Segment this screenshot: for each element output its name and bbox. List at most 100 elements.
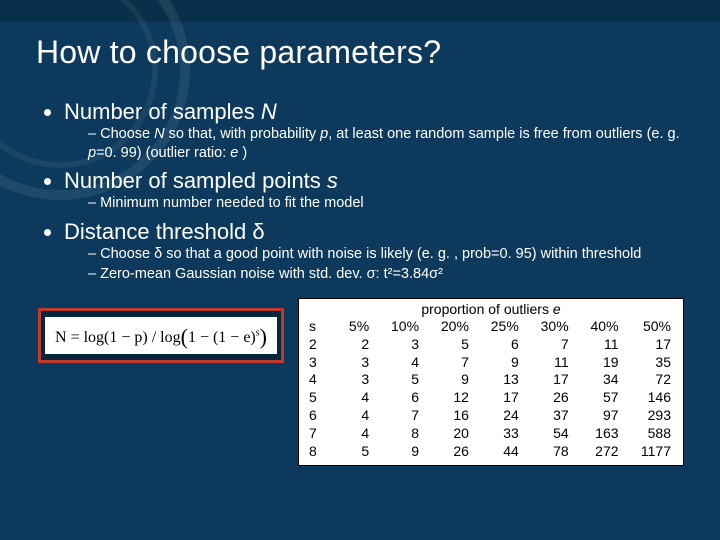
cell: 4 <box>335 425 375 443</box>
cell: 272 <box>575 443 625 461</box>
text: ) <box>238 145 247 161</box>
cell: 13 <box>475 371 525 389</box>
cell: 9 <box>425 371 475 389</box>
var-N: N <box>261 99 277 124</box>
cell: 3 <box>375 336 425 354</box>
table: s 5% 10% 20% 25% 30% 40% 50% 22356711173… <box>305 318 677 461</box>
caption-text: proportion of outliers <box>421 301 553 317</box>
cell: 4 <box>335 389 375 407</box>
table-caption: proportion of outliers e <box>305 301 677 318</box>
text: Choose <box>100 126 154 142</box>
paren-open: ( <box>181 324 188 349</box>
text: so that, with probability <box>165 126 321 142</box>
cell: 17 <box>475 389 525 407</box>
outlier-table: proportion of outliers e s 5% 10% 20% 25… <box>298 298 684 466</box>
cell: 9 <box>475 354 525 372</box>
table-head-row: s 5% 10% 20% 25% 30% 40% 50% <box>305 318 677 336</box>
col-30: 30% <box>525 318 575 336</box>
col-5: 5% <box>335 318 375 336</box>
cell: 8 <box>375 425 425 443</box>
cell: 7 <box>375 407 425 425</box>
bullet-points-sub: Minimum number needed to fit the model <box>88 194 684 213</box>
table-body: 2235671117334791119354359131734725461217… <box>305 336 677 461</box>
cell: 34 <box>575 371 625 389</box>
cell: 17 <box>525 371 575 389</box>
cell: 5 <box>375 371 425 389</box>
cell: 20 <box>425 425 475 443</box>
table-row: 33479111935 <box>305 354 677 372</box>
cell: 35 <box>625 354 677 372</box>
cell: 12 <box>425 389 475 407</box>
bullet-points: Number of sampled points s Minimum numbe… <box>64 168 684 213</box>
col-20: 20% <box>425 318 475 336</box>
cell-s: 5 <box>305 389 335 407</box>
text: Choose <box>100 246 154 262</box>
bullet-samples-sub: Choose N so that, with probability p , at… <box>88 125 684 162</box>
cell: 17 <box>625 336 677 354</box>
cell-s: 7 <box>305 425 335 443</box>
cell: 11 <box>525 354 575 372</box>
cell: 16 <box>425 407 475 425</box>
cell: 72 <box>625 371 677 389</box>
table-row: 64716243797293 <box>305 407 677 425</box>
formula-inner: 1 − (1 − e) <box>188 329 256 346</box>
cell: 588 <box>625 425 677 443</box>
cell-s: 8 <box>305 443 335 461</box>
cell: 5 <box>335 443 375 461</box>
cell: 7 <box>525 336 575 354</box>
cell: 11 <box>575 336 625 354</box>
table-row: 2235671117 <box>305 336 677 354</box>
formula-box: N = log(1 − p) / log(1 − (1 − e)s) <box>38 308 284 363</box>
cell: 293 <box>625 407 677 425</box>
table-row: 54612172657146 <box>305 389 677 407</box>
cell: 57 <box>575 389 625 407</box>
cell: 2 <box>335 336 375 354</box>
text: =0. 99) (outlier ratio: <box>96 145 230 161</box>
cell: 4 <box>335 407 375 425</box>
cell-s: 3 <box>305 354 335 372</box>
bullet-samples-label: Number of samples <box>64 99 261 124</box>
bullet-distance: Distance threshold δ Choose δ so that a … <box>64 219 684 284</box>
col-10: 10% <box>375 318 425 336</box>
table-row: 8592644782721177 <box>305 443 677 461</box>
cell: 1177 <box>625 443 677 461</box>
text: so that a good point with noise is likel… <box>162 246 641 262</box>
cell: 9 <box>375 443 425 461</box>
cell: 97 <box>575 407 625 425</box>
slide-body: How to choose parameters? Number of samp… <box>0 0 720 466</box>
formula: N = log(1 − p) / log(1 − (1 − e)s) <box>45 317 277 354</box>
caption-var: e <box>553 301 561 317</box>
text: , at least one random sample is free fro… <box>328 126 679 142</box>
cell-s: 4 <box>305 371 335 389</box>
cell: 3 <box>335 371 375 389</box>
cell-s: 2 <box>305 336 335 354</box>
bullet-distance-label: Distance threshold <box>64 219 252 244</box>
cell: 37 <box>525 407 575 425</box>
var-N2: N <box>154 126 164 142</box>
col-s: s <box>305 318 335 336</box>
bullet-samples: Number of samples N Choose N so that, wi… <box>64 99 684 162</box>
col-50: 50% <box>625 318 677 336</box>
cell: 26 <box>525 389 575 407</box>
cell: 5 <box>425 336 475 354</box>
cell: 78 <box>525 443 575 461</box>
cell: 24 <box>475 407 525 425</box>
var-delta: δ <box>252 219 264 244</box>
cell: 4 <box>375 354 425 372</box>
bottom-row: N = log(1 − p) / log(1 − (1 − e)s) propo… <box>36 298 684 466</box>
bullet-distance-sub2: Zero-mean Gaussian noise with std. dev. … <box>88 265 684 284</box>
var-s: s <box>327 168 338 193</box>
cell: 3 <box>335 354 375 372</box>
cell: 54 <box>525 425 575 443</box>
formula-lhs: N = log(1 − p) / log <box>55 329 181 346</box>
cell-s: 6 <box>305 407 335 425</box>
cell: 146 <box>625 389 677 407</box>
paren-close: ) <box>260 324 267 349</box>
slide-title: How to choose parameters? <box>36 34 684 71</box>
bullet-points-label: Number of sampled points <box>64 168 327 193</box>
col-40: 40% <box>575 318 625 336</box>
var-p2: p <box>88 145 96 161</box>
cell: 7 <box>425 354 475 372</box>
cell: 163 <box>575 425 625 443</box>
bullet-list: Number of samples N Choose N so that, wi… <box>36 99 684 284</box>
